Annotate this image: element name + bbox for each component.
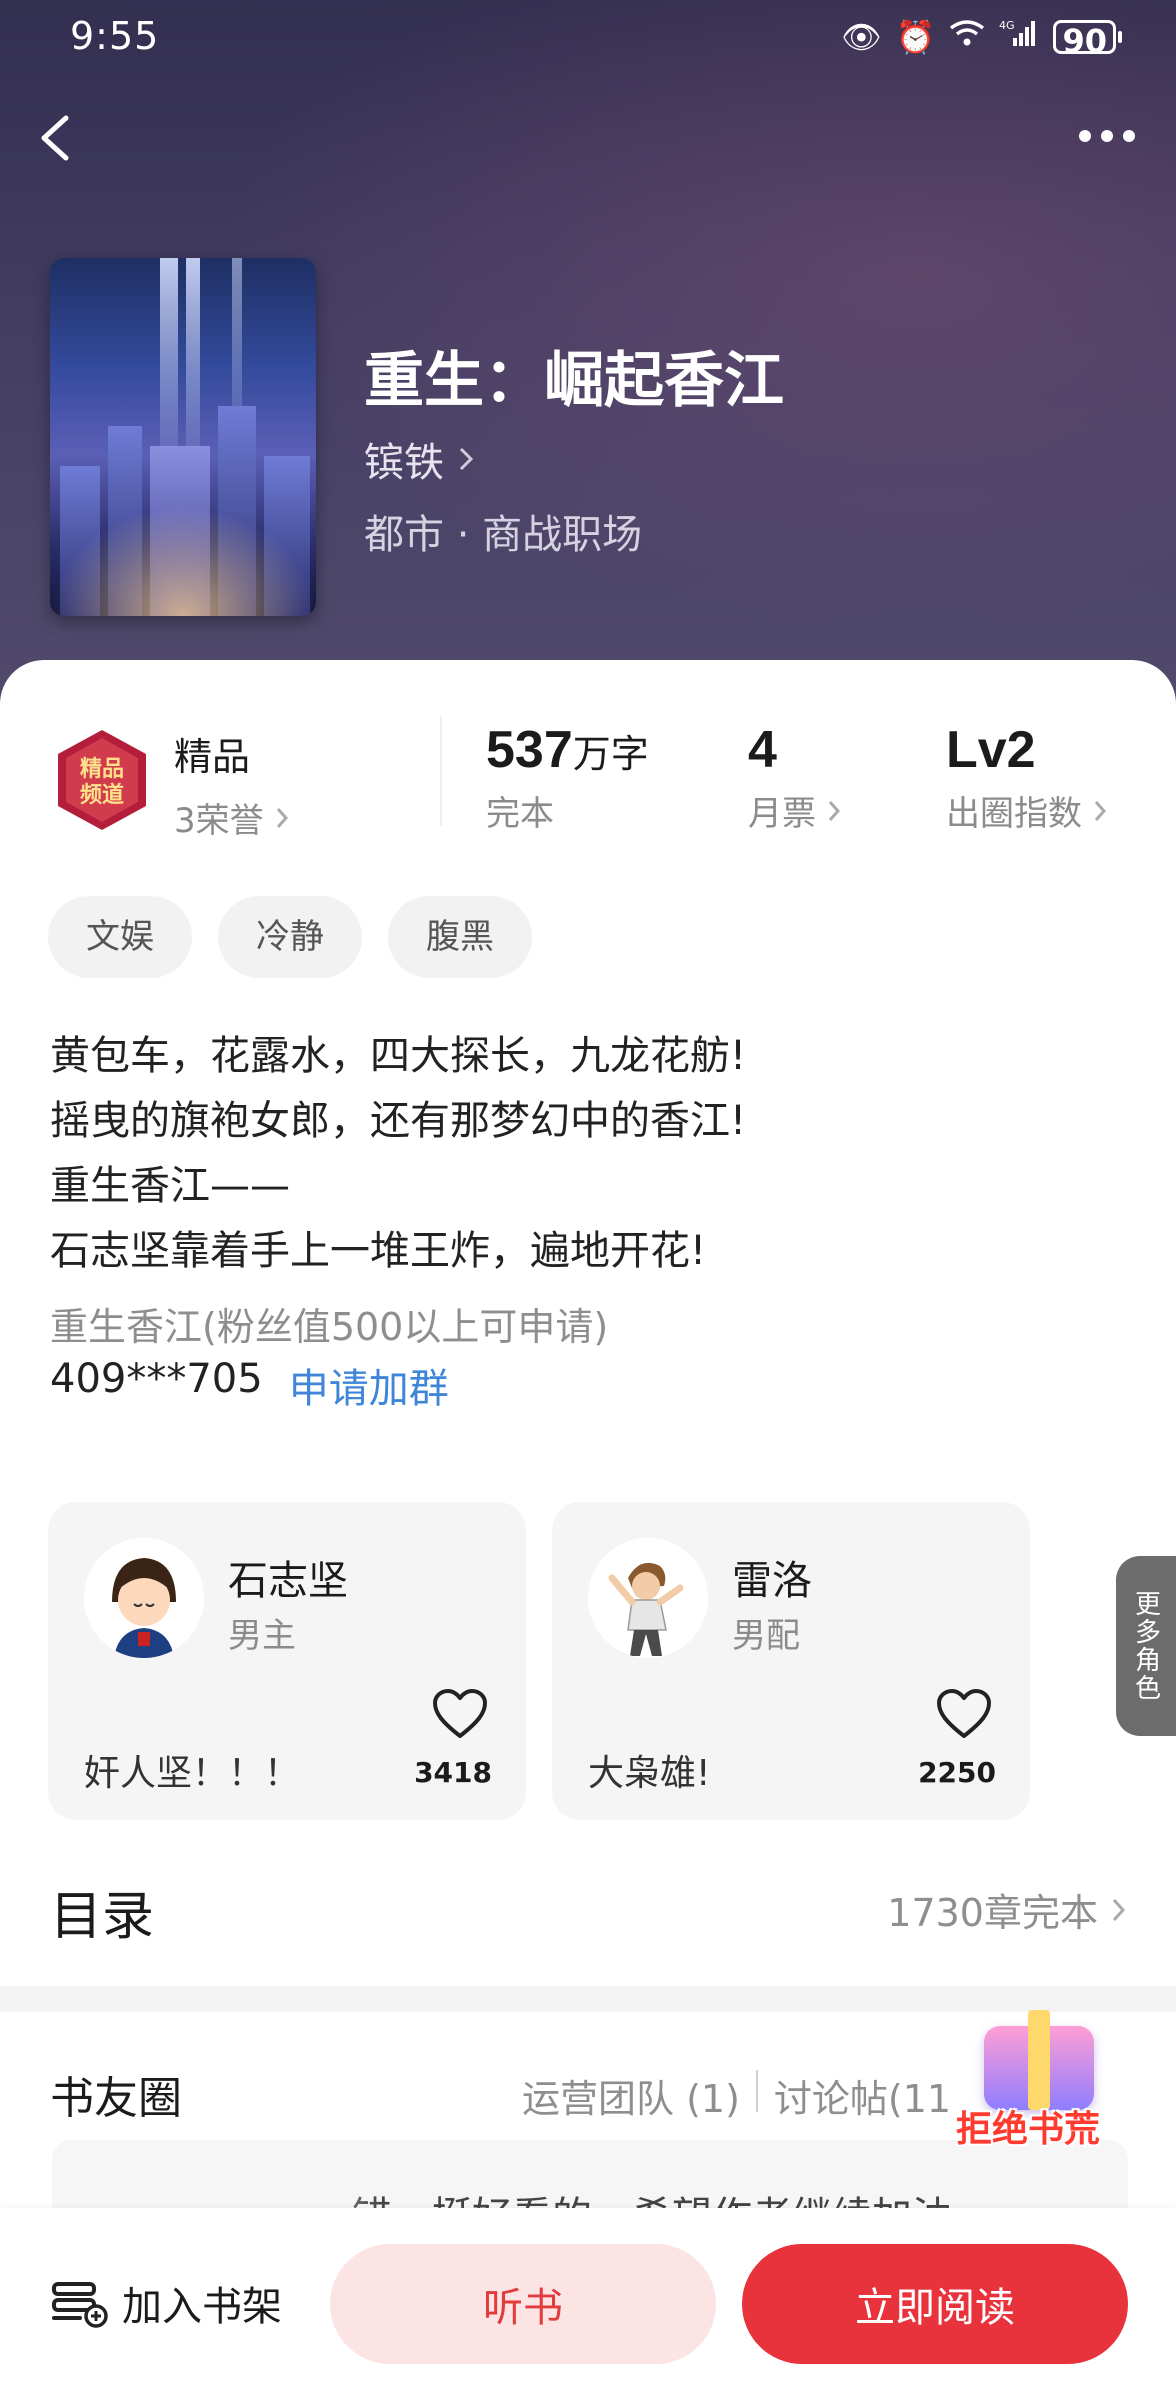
circle-level: Lv2: [946, 721, 1036, 779]
divider: [755, 2070, 758, 2112]
eye-icon: 👁: [841, 17, 882, 56]
discussion-posts-link[interactable]: 讨论帖(11: [774, 2068, 951, 2123]
more-roles-button[interactable]: 更多角色: [1116, 1556, 1176, 1736]
book-cover[interactable]: [50, 258, 316, 616]
quality-badge-icon: 精品 频道: [50, 728, 154, 832]
chevron-right-icon: [828, 800, 841, 821]
description-line: 摇曳的旗袍女郎，还有那梦幻中的香江!: [50, 1098, 747, 1144]
wifi-icon: [949, 18, 985, 55]
role-avatar: [588, 1538, 708, 1658]
book-genre: 都市 · 商战职场: [364, 512, 643, 558]
honors-count: 3荣誉: [174, 801, 264, 841]
circle-index-stat[interactable]: Lv2 出圈指数: [946, 720, 1108, 835]
role-likes: 3418: [414, 1756, 492, 1789]
promo-label: 拒绝书荒: [956, 2109, 1101, 2150]
description-line: 重生香江——: [50, 1163, 290, 1209]
role-card[interactable]: 雷洛 男配 大枭雄! 2250: [552, 1502, 1030, 1820]
chevron-right-icon: [276, 807, 288, 828]
status-time: 9:55: [70, 14, 160, 58]
promo-gift-button[interactable]: 拒绝书荒: [950, 2000, 1130, 2150]
role-type: 男配: [732, 1616, 800, 1656]
add-to-shelf-label: 加入书架: [122, 2284, 282, 2330]
book-title: 重生：崛起香江: [364, 346, 784, 416]
divider: [440, 716, 442, 826]
book-info-card: 精品 频道 精品 3荣誉 537万字 完本 4 月票 Lv2 出圈指数 文娱 冷…: [0, 660, 1176, 1980]
back-button[interactable]: [30, 108, 90, 168]
alarm-icon: ⏰: [895, 17, 936, 56]
status-icons: 👁 ⏰ 4G 90: [841, 17, 1122, 59]
description-line: 石志坚靠着手上一堆王炸，遍地开花!: [50, 1228, 707, 1274]
bottom-action-bar: 加入书架 听书 立即阅读: [0, 2208, 1176, 2400]
role-likes: 2250: [918, 1756, 996, 1789]
bookshelf-add-icon: [52, 2282, 108, 2328]
role-quote: 大枭雄!: [588, 1753, 711, 1794]
monthly-votes-count: 4: [748, 721, 777, 779]
svg-text:频道: 频道: [80, 782, 124, 808]
word-count-stat: 537万字 完本: [486, 720, 649, 835]
fan-group-number: 409***705: [50, 1356, 263, 1402]
word-unit: 万字: [572, 734, 649, 776]
ops-team-link[interactable]: 运营团队 (1): [522, 2068, 740, 2123]
svg-text:4G: 4G: [999, 19, 1015, 32]
word-count: 537: [486, 721, 573, 779]
author-name: 镔铁: [364, 440, 444, 486]
book-circle-title: 书友圈: [50, 2073, 182, 2124]
book-circle-links: 运营团队 (1) 讨论帖(11: [522, 2068, 951, 2123]
circle-level-label: 出圈指数: [946, 794, 1082, 834]
monthly-votes-stat[interactable]: 4 月票: [748, 720, 842, 835]
tag-list: 文娱 冷静 腹黑: [48, 896, 532, 978]
role-name: 雷洛: [732, 1558, 812, 1604]
tag-chip[interactable]: 冷静: [218, 896, 362, 978]
toc-title: 目录: [50, 1887, 155, 1947]
chevron-right-icon: [1094, 800, 1107, 821]
role-name: 石志坚: [228, 1558, 348, 1604]
chevron-left-icon: [41, 115, 69, 161]
status-bar: 9:55 👁 ⏰ 4G 90: [70, 14, 1122, 62]
monthly-votes-label: 月票: [748, 794, 816, 834]
chevron-right-icon: [459, 447, 474, 471]
toc-summary: 1730章完本: [887, 1891, 1098, 1935]
listen-button[interactable]: 听书: [330, 2244, 716, 2364]
fan-group-row: 409***705 申请加群: [50, 1356, 449, 1414]
role-avatar: [84, 1538, 204, 1658]
fan-group-note: 重生香江(粉丝值500以上可申请): [50, 1305, 609, 1349]
completion-status: 完本: [486, 794, 554, 834]
read-now-button[interactable]: 立即阅读: [742, 2244, 1128, 2364]
battery-indicator: 90: [1053, 19, 1122, 59]
book-description[interactable]: 黄包车，花露水，四大探长，九龙花舫! 摇曳的旗袍女郎，还有那梦幻中的香江! 重生…: [50, 1024, 746, 1284]
role-card[interactable]: 石志坚 男主 奸人坚！！！ 3418: [48, 1502, 526, 1820]
tag-chip[interactable]: 腹黑: [388, 896, 532, 978]
quality-label: 精品: [174, 735, 251, 779]
heart-icon[interactable]: [432, 1688, 488, 1740]
tag-chip[interactable]: 文娱: [48, 896, 192, 978]
role-quote: 奸人坚！！！: [84, 1753, 301, 1794]
chevron-right-icon: [1112, 1898, 1126, 1921]
description-line: 黄包车，花露水，四大探长，九龙花舫!: [50, 1033, 747, 1079]
toc-link[interactable]: 1730章完本: [887, 1882, 1128, 1937]
more-dots-icon: [1079, 130, 1091, 142]
svg-text:精品: 精品: [80, 756, 124, 782]
honors-stat[interactable]: 精品 3荣誉: [174, 726, 290, 842]
add-to-shelf-button[interactable]: 加入书架: [50, 2274, 282, 2332]
signal-icon: 4G: [999, 18, 1039, 55]
apply-join-group-link[interactable]: 申请加群: [289, 1356, 449, 1414]
role-type: 男主: [228, 1616, 296, 1656]
author-link[interactable]: 镔铁: [364, 430, 476, 488]
heart-icon[interactable]: [936, 1688, 992, 1740]
more-options-button[interactable]: [1072, 116, 1142, 156]
